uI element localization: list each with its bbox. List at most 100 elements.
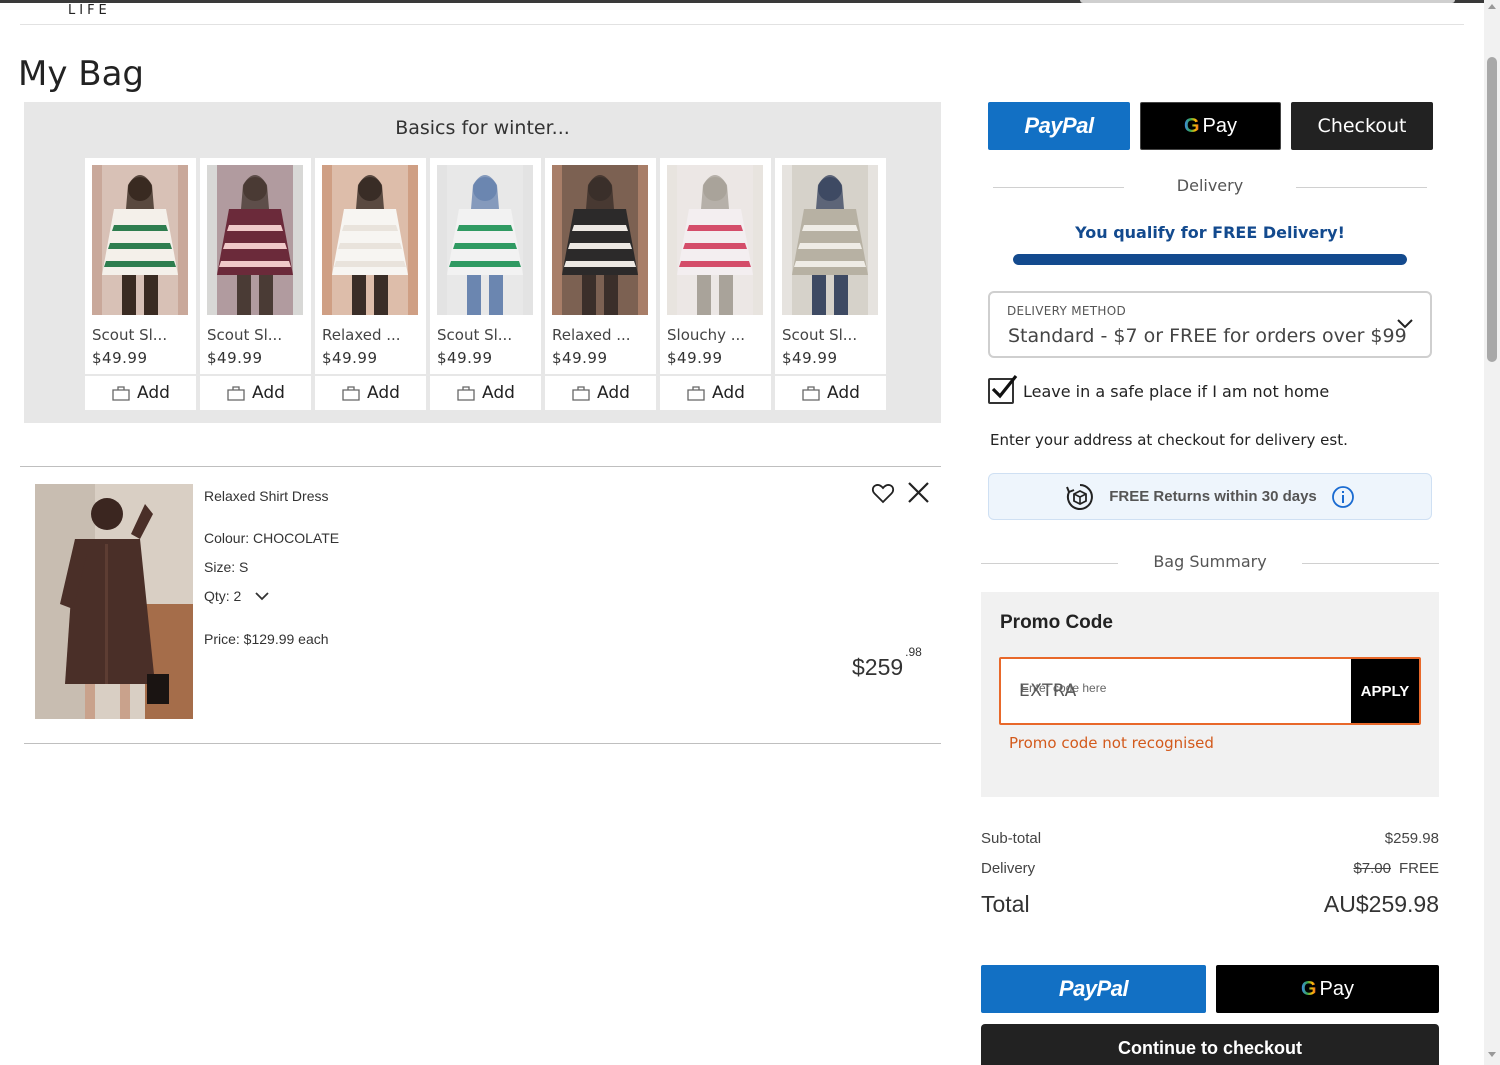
product-image[interactable] xyxy=(207,165,303,315)
remove-item-close-icon[interactable] xyxy=(906,480,931,505)
cart-item-image[interactable] xyxy=(35,484,193,719)
delivery-heading: Delivery xyxy=(1176,176,1244,195)
bag-icon xyxy=(687,386,705,401)
cart-item-colour: Colour: CHOCOLATE xyxy=(204,530,340,546)
delivery-old-price: $7.00 xyxy=(1353,860,1391,877)
info-icon[interactable] xyxy=(1331,485,1355,509)
checkmark-icon xyxy=(991,375,1018,399)
apply-promo-button[interactable]: APPLY xyxy=(1351,659,1419,723)
google-pay-button-bottom[interactable]: G Pay xyxy=(1216,965,1439,1013)
product-name[interactable]: Scout Sl... xyxy=(437,326,512,344)
line-total-main: $259 xyxy=(852,654,904,680)
scroll-up-arrow-icon[interactable] xyxy=(1488,4,1496,9)
add-to-bag-button[interactable]: Add xyxy=(430,376,541,410)
cart-item-line-total: $259.98 xyxy=(852,645,922,681)
safe-place-option: Leave in a safe place if I am not home xyxy=(988,375,1329,404)
product-name[interactable]: Scout Sl... xyxy=(207,326,282,344)
site-logo[interactable]: LIFE xyxy=(68,3,111,18)
wishlist-heart-icon[interactable] xyxy=(871,481,895,505)
product-image[interactable] xyxy=(782,165,878,315)
total-value: AU$259.98 xyxy=(1323,891,1439,917)
progress-fill xyxy=(1013,254,1407,265)
product-image[interactable] xyxy=(322,165,418,315)
total-label: Total xyxy=(981,891,1030,917)
scroll-down-arrow-icon[interactable] xyxy=(1488,1052,1496,1057)
promo-code-panel: Promo Code Enter code here APPLY Promo c… xyxy=(981,592,1439,797)
free-delivery-progress-bar xyxy=(1013,254,1407,265)
add-to-bag-button[interactable]: Add xyxy=(545,376,656,410)
product-card[interactable]: Relaxed ... $49.99 Add xyxy=(545,158,656,410)
paypal-button-bottom[interactable]: PayPal xyxy=(981,965,1206,1013)
google-g-icon: G xyxy=(1300,977,1317,1000)
returns-box-icon xyxy=(1066,483,1094,510)
line-total-cents: .98 xyxy=(905,645,922,660)
subtotal-label: Sub-total xyxy=(981,830,1042,847)
product-price: $49.99 xyxy=(782,349,838,367)
product-price: $49.99 xyxy=(92,349,148,367)
product-image[interactable] xyxy=(437,165,533,315)
checkout-button[interactable]: Checkout xyxy=(1291,102,1433,150)
google-g-icon: G xyxy=(1183,114,1200,137)
top-tab-pill xyxy=(1080,0,1455,3)
continue-to-checkout-button[interactable]: Continue to checkout xyxy=(981,1024,1439,1065)
quantity-label: Qty: 2 xyxy=(204,588,242,604)
delivery-divider-right xyxy=(1296,187,1427,188)
add-to-bag-button[interactable]: Add xyxy=(85,376,196,410)
delivery-divider-left xyxy=(993,187,1124,188)
product-name[interactable]: Scout Sl... xyxy=(782,326,857,344)
delivery-method-value: Standard - $7 or FREE for orders over $9… xyxy=(1008,325,1407,347)
bag-summary-heading: Bag Summary xyxy=(1153,552,1267,571)
add-label: Add xyxy=(597,383,630,403)
paypal-button[interactable]: PayPal xyxy=(988,102,1130,150)
delivery-cost: $7.00 FREE xyxy=(1353,860,1439,877)
cart-item-name[interactable]: Relaxed Shirt Dress xyxy=(204,488,329,504)
summary-divider-right xyxy=(1302,563,1439,564)
add-to-bag-button[interactable]: Add xyxy=(660,376,771,410)
delivery-cost-label: Delivery xyxy=(981,860,1036,877)
quantity-dropdown[interactable]: Qty: 2 xyxy=(204,588,269,604)
bag-icon xyxy=(802,386,820,401)
gpay-label: Pay xyxy=(1202,114,1238,137)
add-to-bag-button[interactable]: Add xyxy=(200,376,311,410)
product-image[interactable] xyxy=(552,165,648,315)
product-image[interactable] xyxy=(92,165,188,315)
product-card[interactable]: Scout Sl... $49.99 Add xyxy=(200,158,311,410)
add-label: Add xyxy=(712,383,745,403)
page-scrollbar[interactable] xyxy=(1484,0,1500,1065)
scrollbar-thumb[interactable] xyxy=(1487,57,1497,362)
subtotal-row: Sub-total $259.98 xyxy=(981,830,1439,847)
delivery-method-select[interactable]: DELIVERY METHOD Standard - $7 or FREE fo… xyxy=(988,291,1432,358)
free-delivery-message: You qualify for FREE Delivery! xyxy=(1075,223,1345,242)
product-name[interactable]: Scout Sl... xyxy=(92,326,167,344)
address-note: Enter your address at checkout for deliv… xyxy=(990,431,1348,449)
recommendations-title: Basics for winter... xyxy=(395,117,570,139)
add-label: Add xyxy=(482,383,515,403)
google-pay-button[interactable]: G Pay xyxy=(1140,102,1281,150)
safe-place-label[interactable]: Leave in a safe place if I am not home xyxy=(1023,382,1329,401)
free-returns-banner: FREE Returns within 30 days xyxy=(988,473,1432,520)
product-card[interactable]: Scout Sl... $49.99 Add xyxy=(85,158,196,410)
product-image[interactable] xyxy=(667,165,763,315)
free-returns-text: FREE Returns within 30 days xyxy=(1109,488,1317,505)
promo-error-message: Promo code not recognised xyxy=(1009,734,1214,752)
cart-top-divider xyxy=(20,466,941,467)
promo-code-title: Promo Code xyxy=(1000,612,1113,633)
product-card[interactable]: Slouchy ... $49.99 Add xyxy=(660,158,771,410)
safe-place-checkbox[interactable] xyxy=(988,375,1018,404)
delivery-free-value: FREE xyxy=(1398,860,1439,877)
add-label: Add xyxy=(137,383,170,403)
add-to-bag-button[interactable]: Add xyxy=(315,376,426,410)
product-price: $49.99 xyxy=(552,349,608,367)
add-to-bag-button[interactable]: Add xyxy=(775,376,886,410)
product-name[interactable]: Relaxed ... xyxy=(552,326,631,344)
product-name[interactable]: Relaxed ... xyxy=(322,326,401,344)
promo-code-input[interactable] xyxy=(1003,661,1349,721)
recommendation-cards: Scout Sl... $49.99 Add Scout Sl... $49.9… xyxy=(85,158,886,410)
product-name[interactable]: Slouchy ... xyxy=(667,326,745,344)
product-card[interactable]: Relaxed ... $49.99 Add xyxy=(315,158,426,410)
cart-item-size: Size: S xyxy=(204,559,249,575)
product-card[interactable]: Scout Sl... $49.99 Add xyxy=(430,158,541,410)
add-label: Add xyxy=(827,383,860,403)
header-divider xyxy=(20,24,1464,25)
product-card[interactable]: Scout Sl... $49.99 Add xyxy=(775,158,886,410)
